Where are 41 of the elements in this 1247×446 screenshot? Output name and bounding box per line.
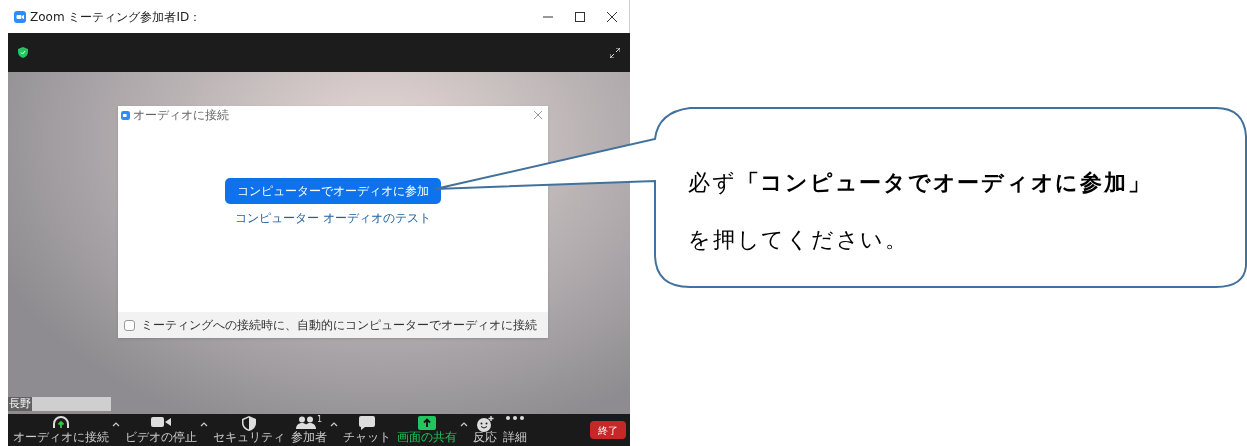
- fullscreen-icon[interactable]: [610, 47, 620, 58]
- dialog-title: オーディオに接続: [133, 107, 229, 124]
- checkbox[interactable]: [124, 319, 135, 331]
- checkbox-label: ミーティングへの接続時に、自動的にコンピューターでオーディオに接続: [141, 317, 537, 334]
- participant-count: 1: [316, 416, 323, 424]
- toolbar-button[interactable]: 画面の共有: [396, 415, 458, 445]
- participant-name: 長野: [8, 397, 32, 411]
- close-icon[interactable]: [607, 11, 617, 22]
- caret-icon[interactable]: [200, 421, 208, 427]
- end-button[interactable]: 終了: [590, 421, 626, 439]
- test-audio-link[interactable]: コンピューター オーディオのテスト: [235, 209, 431, 227]
- join-audio-button[interactable]: コンピューターでオーディオに参加: [225, 178, 441, 204]
- toolbar-button[interactable]: 1 参加者: [290, 415, 328, 445]
- toolbar-label: 反応: [473, 430, 497, 444]
- more-dots-icon: [506, 416, 524, 420]
- toolbar-label: ビデオの停止: [125, 430, 197, 444]
- video-camera-icon: [151, 416, 171, 428]
- toolbar-button[interactable]: 詳細: [502, 415, 528, 445]
- headphones-icon: [52, 416, 70, 430]
- shield-check-icon: [18, 47, 28, 58]
- toolbar-label: オーディオに接続: [13, 430, 109, 444]
- toolbar-button[interactable]: チャット: [342, 415, 392, 445]
- chat-bubble-icon: [359, 416, 375, 430]
- toolbar-button[interactable]: ビデオの停止: [124, 415, 198, 445]
- caret-icon[interactable]: [330, 421, 338, 427]
- toolbar-label: セキュリティ: [213, 430, 285, 444]
- toolbar-label: 詳細: [503, 430, 527, 444]
- toolbar-button[interactable]: オーディオに接続: [12, 415, 110, 445]
- toolbar-button[interactable]: 反応: [472, 415, 498, 445]
- toolbar-label: チャット: [343, 430, 391, 444]
- toolbar-button[interactable]: セキュリティ: [212, 415, 286, 445]
- camera-logo-icon: [14, 10, 26, 23]
- people-icon: [295, 416, 316, 429]
- toolbar-label: 画面の共有: [397, 430, 457, 444]
- caret-icon[interactable]: [112, 421, 120, 427]
- callout-text: 必ず「コンピュータでオーディオに参加」を押してください。: [688, 168, 1153, 254]
- window-title: Zoom ミーティング参加者ID：: [30, 8, 202, 26]
- maximize-icon[interactable]: [575, 11, 585, 22]
- camera-logo-icon: [121, 110, 130, 120]
- toolbar-label: 参加者: [291, 430, 327, 444]
- caret-icon[interactable]: [460, 421, 468, 427]
